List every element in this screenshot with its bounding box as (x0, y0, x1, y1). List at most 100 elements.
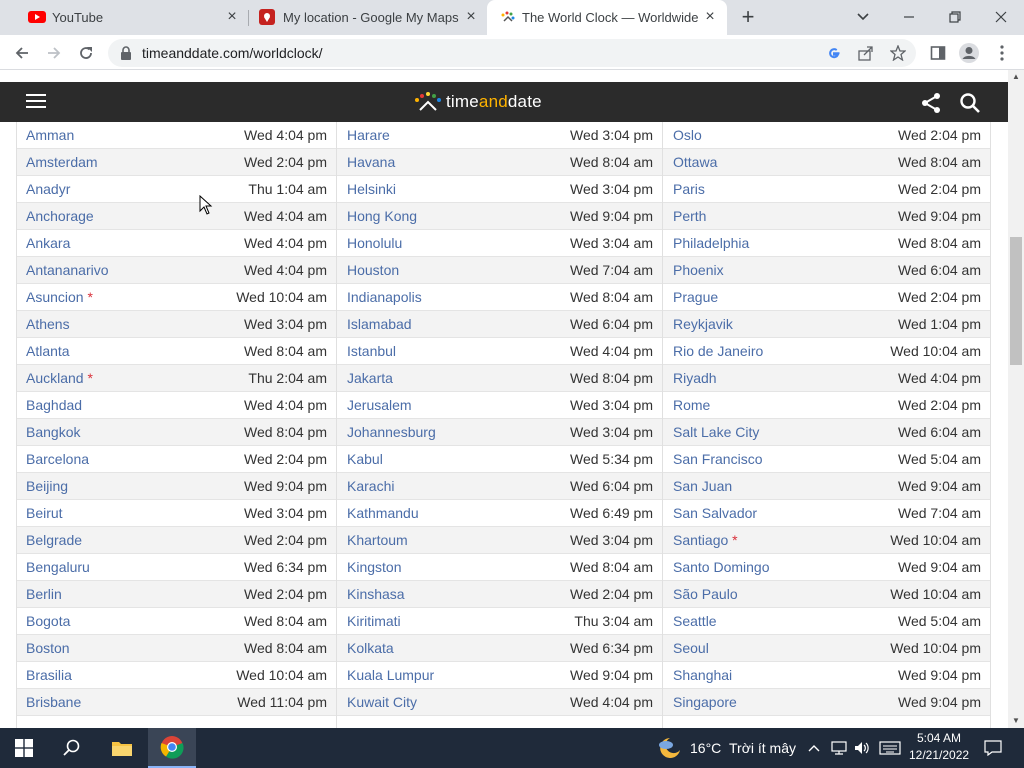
city-link[interactable]: Bogota (26, 613, 70, 629)
city-link[interactable]: Kuala Lumpur (347, 667, 434, 683)
city-link[interactable]: Hong Kong (347, 208, 417, 224)
city-link[interactable]: Boston (26, 640, 70, 656)
city-link[interactable]: Kinshasa (347, 586, 405, 602)
city-link[interactable]: Ottawa (673, 154, 717, 170)
city-link[interactable]: Jakarta (347, 370, 393, 386)
city-link[interactable]: Brisbane (26, 694, 81, 710)
menu-dots-icon[interactable] (990, 41, 1014, 65)
city-link[interactable]: Philadelphia (673, 235, 749, 251)
file-explorer-icon[interactable] (98, 728, 146, 768)
city-link[interactable]: Beijing (26, 478, 68, 494)
taskbar-clock-date[interactable]: 12/21/2022 (909, 748, 969, 762)
google-icon[interactable] (824, 43, 844, 63)
bookmark-star-icon[interactable] (888, 43, 908, 63)
city-link[interactable]: Jerusalem (347, 397, 412, 413)
city-link[interactable]: Kuwait City (347, 694, 417, 710)
city-link[interactable]: Rome (673, 397, 710, 413)
city-link[interactable]: Perth (673, 208, 706, 224)
city-link[interactable]: Kabul (347, 451, 383, 467)
city-link[interactable]: San Francisco (673, 451, 762, 467)
city-link[interactable]: Antananarivo (26, 262, 109, 278)
city-link[interactable]: Athens (26, 316, 70, 332)
city-link[interactable]: Kolkata (347, 640, 394, 656)
volume-icon[interactable] (852, 728, 872, 768)
minimize-button[interactable] (898, 6, 920, 28)
city-link[interactable]: Beirut (26, 505, 63, 521)
tab-search-icon[interactable] (852, 6, 874, 28)
city-link[interactable]: Khartoum (347, 532, 408, 548)
city-link[interactable]: Baghdad (26, 397, 82, 413)
city-link[interactable]: Helsinki (347, 181, 396, 197)
city-link[interactable]: Atlanta (26, 343, 70, 359)
city-link[interactable]: Anchorage (26, 208, 94, 224)
city-link[interactable]: Santiago * (673, 532, 738, 548)
city-link[interactable]: Phoenix (673, 262, 724, 278)
new-tab-button[interactable]: + (738, 6, 758, 28)
start-button[interactable] (0, 728, 48, 768)
weather-description[interactable]: Trời ít mây (729, 740, 796, 756)
city-link[interactable]: Karachi (347, 478, 394, 494)
weather-moon-icon[interactable] (656, 736, 682, 760)
city-link[interactable]: Johannesburg (347, 424, 436, 440)
chevron-up-icon[interactable] (806, 728, 822, 768)
city-link[interactable]: Kingston (347, 559, 401, 575)
city-link[interactable]: Belgrade (26, 532, 82, 548)
city-link[interactable]: Amsterdam (26, 154, 98, 170)
taskbar-search-icon[interactable] (48, 728, 96, 768)
city-link[interactable]: Bengaluru (26, 559, 90, 575)
address-bar[interactable]: timeanddate.com/worldclock/ (108, 39, 916, 67)
city-link[interactable]: Shanghai (673, 667, 732, 683)
keyboard-icon[interactable] (877, 728, 903, 768)
forward-button[interactable] (42, 41, 66, 65)
city-link[interactable]: Berlin (26, 586, 62, 602)
city-link[interactable]: Auckland * (26, 370, 93, 386)
restore-button[interactable] (944, 6, 966, 28)
url-text[interactable]: timeanddate.com/worldclock/ (142, 45, 323, 61)
timeanddate-logo[interactable]: timeanddate (414, 91, 542, 113)
city-link[interactable]: Rio de Janeiro (673, 343, 763, 359)
city-link[interactable]: Amman (26, 127, 74, 143)
scrollbar-thumb[interactable] (1010, 237, 1022, 365)
city-link[interactable]: Barcelona (26, 451, 89, 467)
close-window-button[interactable] (990, 6, 1012, 28)
city-link[interactable]: Istanbul (347, 343, 396, 359)
city-link[interactable]: São Paulo (673, 586, 738, 602)
taskbar-clock-time[interactable]: 5:04 AM (909, 731, 969, 745)
tab-world-clock[interactable]: The World Clock — Worldwide × (487, 0, 727, 35)
city-link[interactable]: Indianapolis (347, 289, 422, 305)
city-link[interactable]: Asuncion * (26, 289, 93, 305)
tab-youtube[interactable]: YouTube × (8, 0, 244, 35)
close-icon[interactable]: × (702, 9, 718, 25)
network-icon[interactable] (829, 728, 849, 768)
city-link[interactable]: Riyadh (673, 370, 717, 386)
search-icon[interactable] (959, 92, 981, 114)
back-button[interactable] (10, 41, 34, 65)
city-link[interactable]: San Juan (673, 478, 732, 494)
profile-avatar-icon[interactable] (957, 41, 981, 65)
city-link[interactable]: Paris (673, 181, 705, 197)
city-link[interactable]: Reykjavik (673, 316, 733, 332)
city-link[interactable]: Honolulu (347, 235, 402, 251)
city-link[interactable]: Ankara (26, 235, 70, 251)
share-page-icon[interactable] (856, 43, 876, 63)
scroll-down-arrow[interactable]: ▼ (1010, 716, 1022, 726)
side-panel-icon[interactable] (926, 41, 950, 65)
chrome-taskbar-icon[interactable] (148, 728, 196, 768)
page-scrollbar[interactable] (1008, 70, 1024, 728)
close-icon[interactable]: × (224, 9, 240, 25)
city-link[interactable]: Islamabad (347, 316, 412, 332)
scroll-up-arrow[interactable]: ▲ (1010, 72, 1022, 82)
city-link[interactable]: Seattle (673, 613, 717, 629)
city-link[interactable]: Salt Lake City (673, 424, 759, 440)
city-link[interactable]: Singapore (673, 694, 737, 710)
city-link[interactable]: Havana (347, 154, 395, 170)
city-link[interactable]: Bangkok (26, 424, 80, 440)
city-link[interactable]: Seoul (673, 640, 709, 656)
city-link[interactable]: Santo Domingo (673, 559, 770, 575)
city-link[interactable]: Anadyr (26, 181, 70, 197)
city-link[interactable]: Kiritimati (347, 613, 401, 629)
weather-temperature[interactable]: 16°C (690, 740, 721, 756)
city-link[interactable]: Brasilia (26, 667, 72, 683)
city-link[interactable]: Houston (347, 262, 399, 278)
lock-icon[interactable] (120, 46, 132, 60)
